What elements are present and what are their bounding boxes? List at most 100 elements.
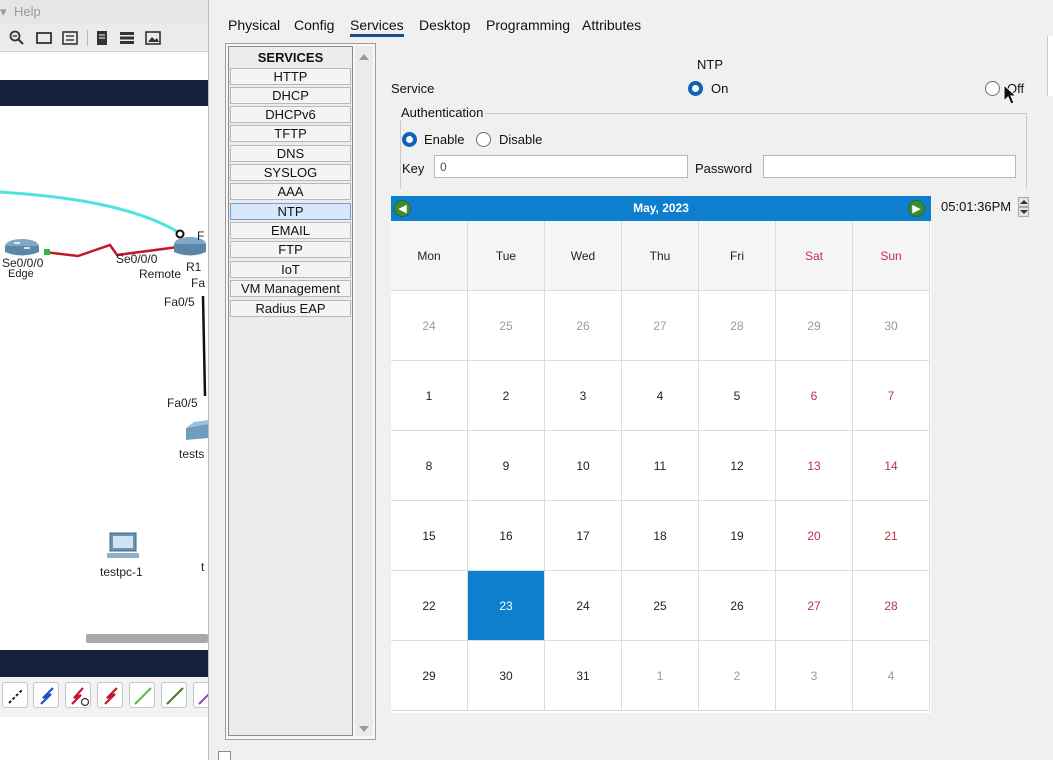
time-value[interactable]: 05:01:36PM (941, 199, 1011, 214)
service-off-radio[interactable] (985, 81, 1000, 96)
calendar-day-cell[interactable]: 5 (699, 361, 776, 431)
calendar-day-cell[interactable]: 24 (391, 291, 468, 361)
service-item-dhcpv6[interactable]: DHCPv6 (230, 106, 351, 123)
service-item-iot[interactable]: IoT (230, 261, 351, 278)
calendar-day-cell[interactable]: 6 (776, 361, 853, 431)
services-scrollbar[interactable] (355, 46, 373, 736)
calendar-day-cell[interactable]: 4 (622, 361, 699, 431)
ethernet-link[interactable] (201, 295, 207, 397)
calendar-day-cell[interactable]: 3 (545, 361, 622, 431)
calendar-day-cell[interactable]: 28 (853, 571, 930, 641)
service-item-radius-eap[interactable]: Radius EAP (230, 300, 351, 317)
calendar-day-cell[interactable]: 1 (391, 361, 468, 431)
notes-icon[interactable] (61, 29, 79, 46)
calendar-day-cell[interactable]: 4 (853, 641, 930, 711)
calendar-day-cell[interactable]: 17 (545, 501, 622, 571)
auth-enable-label[interactable]: Enable (424, 132, 464, 147)
service-item-dns[interactable]: DNS (230, 145, 351, 162)
calendar-day-cell[interactable]: 27 (622, 291, 699, 361)
tab-services[interactable]: Services (350, 17, 404, 37)
calendar-day-cell[interactable]: 28 (699, 291, 776, 361)
auth-enable-radio[interactable] (402, 132, 417, 147)
calendar-day-cell[interactable]: 20 (776, 501, 853, 571)
bottom-checkbox[interactable] (218, 751, 231, 760)
calendar-day-cell[interactable]: 3 (776, 641, 853, 711)
auth-disable-radio[interactable] (476, 132, 491, 147)
auth-disable-label[interactable]: Disable (499, 132, 542, 147)
stack-icon[interactable] (118, 29, 136, 46)
calendar-day-cell[interactable]: 30 (853, 291, 930, 361)
time-increment-icon[interactable] (1018, 197, 1029, 207)
calendar-day-cell[interactable]: 8 (391, 431, 468, 501)
service-item-ntp[interactable]: NTP (230, 203, 351, 220)
calendar-day-cell[interactable]: 14 (853, 431, 930, 501)
calendar-day-cell[interactable]: 29 (391, 641, 468, 711)
service-item-aaa[interactable]: AAA (230, 183, 351, 200)
calendar-day-cell[interactable]: 22 (391, 571, 468, 641)
calendar-day-cell[interactable]: 9 (468, 431, 545, 501)
connection-straight-icon[interactable] (129, 682, 155, 708)
calendar-day-cell[interactable]: 25 (468, 291, 545, 361)
service-item-ftp[interactable]: FTP (230, 241, 351, 258)
calendar-day-cell[interactable]: 26 (699, 571, 776, 641)
window-icon[interactable] (35, 29, 53, 46)
scroll-down-arrow-icon[interactable] (359, 726, 369, 732)
time-decrement-icon[interactable] (1018, 207, 1029, 217)
tab-programming[interactable]: Programming (486, 17, 570, 33)
connection-console-icon[interactable] (2, 682, 28, 708)
document-icon[interactable] (93, 29, 111, 46)
menu-item-edit-stub[interactable]: ▾ (0, 4, 7, 20)
router-edge-icon[interactable] (5, 239, 39, 256)
connection-serial-dte-icon[interactable] (97, 682, 123, 708)
canvas-horizontal-scrollbar[interactable] (86, 634, 208, 643)
switch-icon[interactable] (186, 420, 208, 440)
calendar-day-cell[interactable]: 18 (622, 501, 699, 571)
wireless-link[interactable] (0, 190, 179, 234)
image-icon[interactable] (144, 29, 162, 46)
service-item-email[interactable]: EMAIL (230, 222, 351, 239)
calendar-day-cell[interactable]: 10 (545, 431, 622, 501)
topology-canvas[interactable]: Se0/0/0 Edge Se0/0/0 Remote F R1 Fa Fa0/… (0, 106, 208, 626)
calendar-day-cell[interactable]: 25 (622, 571, 699, 641)
calendar-day-cell[interactable]: 19 (699, 501, 776, 571)
service-on-label[interactable]: On (711, 81, 728, 96)
calendar-day-cell[interactable]: 24 (545, 571, 622, 641)
serial-link[interactable] (43, 243, 179, 258)
calendar-day-cell[interactable]: 12 (699, 431, 776, 501)
calendar-day-cell[interactable]: 2 (468, 361, 545, 431)
service-item-dhcp[interactable]: DHCP (230, 87, 351, 104)
tab-physical[interactable]: Physical (228, 17, 280, 33)
calendar-day-cell[interactable]: 31 (545, 641, 622, 711)
connection-serial-clock-icon[interactable] (65, 682, 91, 708)
calendar-day-cell[interactable]: 15 (391, 501, 468, 571)
menu-item-help[interactable]: Help (14, 4, 41, 19)
calendar-day-cell[interactable]: 27 (776, 571, 853, 641)
time-spinner[interactable]: 05:01:36PM (941, 197, 1029, 218)
pc-icon[interactable] (107, 532, 139, 558)
service-item-vm-management[interactable]: VM Management (230, 280, 351, 297)
tab-desktop[interactable]: Desktop (419, 17, 470, 33)
calendar-day-cell[interactable]: 21 (853, 501, 930, 571)
calendar-day-cell[interactable]: 13 (776, 431, 853, 501)
calendar-day-cell[interactable]: 16 (468, 501, 545, 571)
scroll-up-arrow-icon[interactable] (359, 54, 369, 60)
calendar-day-cell[interactable]: 1 (622, 641, 699, 711)
calendar-day-cell[interactable]: 7 (853, 361, 930, 431)
service-on-radio[interactable] (688, 81, 703, 96)
calendar-day-cell[interactable]: 30 (468, 641, 545, 711)
service-item-http[interactable]: HTTP (230, 68, 351, 85)
password-field[interactable] (763, 155, 1016, 178)
calendar-day-cell[interactable]: 23 (468, 571, 545, 641)
connection-fiber-icon[interactable] (193, 682, 208, 708)
connection-crossover-icon[interactable] (161, 682, 187, 708)
tab-config[interactable]: Config (294, 17, 334, 33)
calendar-day-cell[interactable]: 29 (776, 291, 853, 361)
tab-attributes[interactable]: Attributes (582, 17, 641, 33)
calendar-day-cell[interactable]: 26 (545, 291, 622, 361)
next-month-icon[interactable]: ▶ (908, 200, 925, 217)
service-item-tftp[interactable]: TFTP (230, 125, 351, 142)
calendar-day-cell[interactable]: 11 (622, 431, 699, 501)
zoom-out-icon[interactable] (8, 29, 26, 46)
connection-serial-dce-icon[interactable] (33, 682, 59, 708)
key-field[interactable]: 0 (434, 155, 688, 178)
